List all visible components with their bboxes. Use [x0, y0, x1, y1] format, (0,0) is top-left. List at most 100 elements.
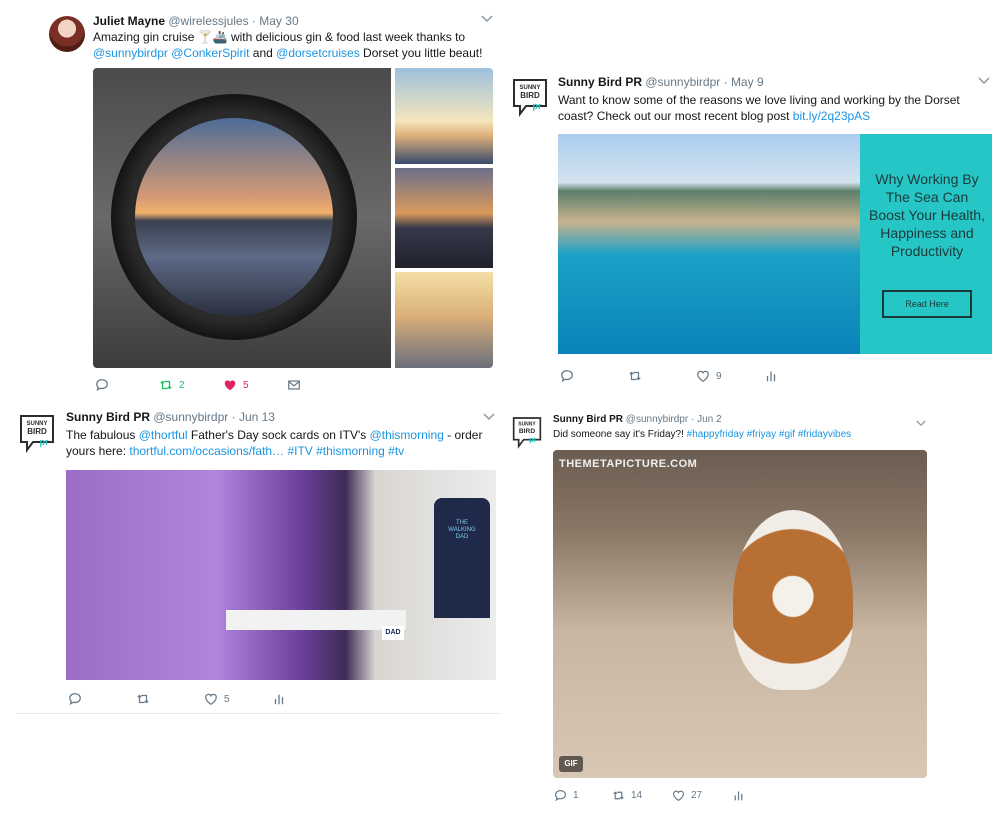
tweet-date[interactable]: Jun 2 — [697, 414, 721, 425]
chevron-down-icon[interactable] — [978, 74, 990, 88]
gif-watermark: THEMETAPICTURE.COM — [559, 458, 698, 470]
svg-text:BIRD: BIRD — [519, 428, 535, 435]
tweet-blog-post[interactable]: SUNNY BIRD pr Sunny Bird PR @sunnybirdpr… — [504, 60, 1008, 400]
tweet-header: Sunny Bird PR @sunnybirdpr · Jun 13 — [66, 410, 275, 424]
analytics-button[interactable] — [272, 692, 292, 706]
author-handle[interactable]: @wirelessjules — [168, 14, 248, 28]
tweet-date[interactable]: May 30 — [259, 14, 298, 28]
photo-selfie-shore[interactable] — [395, 272, 493, 368]
author-name[interactable]: Sunny Bird PR — [553, 414, 623, 425]
sunny-bird-logo[interactable]: SUNNY BIRD pr — [512, 78, 548, 118]
blog-link[interactable]: bit.ly/2q23pAS — [793, 109, 870, 123]
like-button[interactable]: 27 — [672, 789, 732, 802]
author-name[interactable]: Sunny Bird PR — [558, 75, 642, 89]
like-button[interactable]: 5 — [204, 692, 272, 706]
author-handle[interactable]: @sunnybirdpr — [153, 410, 228, 424]
author-name[interactable]: Sunny Bird PR — [66, 410, 150, 424]
sunny-bird-logo[interactable]: SUNNY BIRD pr — [512, 416, 542, 450]
sunny-bird-logo[interactable]: SUNNY BIRD pr — [19, 414, 55, 454]
retweet-icon — [160, 380, 172, 390]
analytics-icon — [766, 371, 776, 382]
mention-link[interactable]: @dorsetcruises — [276, 46, 360, 60]
retweet-button[interactable]: 14 — [612, 789, 672, 802]
message-button[interactable] — [287, 378, 317, 392]
tweet-actions: 9 — [560, 368, 784, 384]
tweet-text: Want to know some of the reasons we love… — [558, 93, 960, 123]
heart-icon — [224, 380, 236, 391]
mention-link[interactable]: @thismorning — [370, 428, 444, 442]
photo-grid[interactable] — [93, 68, 493, 368]
hashtags[interactable]: #ITV #thismorning #tv — [284, 444, 404, 458]
retweet-button[interactable]: 2 — [159, 378, 223, 392]
reply-button[interactable]: 1 — [554, 789, 612, 802]
svg-text:SUNNY: SUNNY — [518, 422, 536, 428]
reply-button[interactable] — [560, 369, 628, 383]
reply-icon — [555, 789, 566, 801]
heart-icon — [673, 790, 684, 801]
chevron-down-icon[interactable] — [483, 410, 495, 424]
tweet-header: Sunny Bird PR @sunnybirdpr · May 9 — [558, 75, 764, 89]
tweet-text: Amazing gin cruise 🍸🚢 with delicious gin… — [93, 30, 483, 60]
tshirt-text: THE WALKING DAD — [448, 520, 476, 540]
retweet-icon — [613, 790, 624, 800]
svg-text:pr: pr — [533, 101, 542, 111]
tweet-date[interactable]: Jun 13 — [239, 410, 275, 424]
svg-text:BIRD: BIRD — [27, 427, 47, 436]
tweet-divider — [16, 713, 502, 714]
reply-icon — [69, 693, 81, 706]
tweet-actions: 5 — [68, 691, 292, 707]
reply-icon — [561, 370, 573, 383]
dad-card: DAD — [382, 626, 404, 640]
hashtags[interactable]: #happyfriday #friyay #gif #fridayvibes — [687, 429, 852, 440]
tv-photo[interactable]: THE WALKING DAD DAD — [66, 470, 496, 680]
photo-sunset-harbour[interactable] — [395, 168, 493, 268]
author-handle[interactable]: @sunnybirdpr — [626, 414, 688, 425]
retweet-icon — [629, 371, 641, 381]
reply-button[interactable] — [95, 378, 159, 392]
reply-button[interactable] — [68, 692, 136, 706]
separator-dot: · — [231, 410, 236, 424]
photo-selfie-sunset[interactable] — [395, 68, 493, 164]
mention-link[interactable]: @sunnybirdpr — [93, 46, 168, 60]
separator-dot: · — [690, 414, 695, 425]
photo-porthole[interactable] — [93, 68, 391, 368]
separator-dot: · — [251, 14, 256, 28]
tshirt-display: THE WALKING DAD — [434, 498, 490, 618]
heart-icon — [697, 370, 709, 382]
chevron-down-icon[interactable] — [481, 12, 493, 26]
tweet-header: Juliet Mayne @wirelessjules · May 30 — [93, 14, 299, 28]
studio-table — [226, 610, 406, 630]
retweet-button[interactable] — [136, 692, 204, 706]
tweet-juliet-mayne[interactable]: Juliet Mayne @wirelessjules · May 30 Ama… — [0, 0, 500, 400]
avatar[interactable] — [49, 16, 85, 52]
tweet-header: Sunny Bird PR @sunnybirdpr · Jun 2 — [553, 414, 722, 425]
analytics-button[interactable] — [764, 369, 784, 383]
tweet-thortful[interactable]: SUNNY BIRD pr Sunny Bird PR @sunnybirdpr… — [0, 400, 504, 720]
mention-link[interactable]: @thortful — [139, 428, 188, 442]
tweet-actions: 1 14 27 — [554, 787, 752, 803]
corgi — [733, 510, 853, 690]
card-panel: Why Working By The Sea Can Boost Your He… — [860, 134, 992, 354]
tweet-text: The fabulous @thortful Father's Day sock… — [66, 428, 483, 458]
retweet-button[interactable] — [628, 369, 696, 383]
author-name[interactable]: Juliet Mayne — [93, 14, 165, 28]
tweet-text: Did someone say it's Friday?! #happyfrid… — [553, 429, 852, 440]
tweet-friday-gif[interactable]: SUNNY BIRD pr Sunny Bird PR @sunnybirdpr… — [504, 400, 1008, 816]
analytics-icon — [734, 790, 743, 800]
thortful-link[interactable]: thortful.com/occasions/fath… — [129, 444, 284, 458]
author-handle[interactable]: @sunnybirdpr — [645, 75, 720, 89]
like-button[interactable]: 9 — [696, 369, 764, 383]
emoji: 🍸🚢 — [197, 30, 228, 44]
envelope-icon — [288, 380, 300, 390]
like-button[interactable]: 5 — [223, 378, 287, 392]
retweet-icon — [137, 694, 149, 704]
mention-link[interactable]: @ConkerSpirit — [171, 46, 249, 60]
corgi-gif[interactable]: THEMETAPICTURE.COM GIF — [553, 450, 927, 778]
studio-scene — [66, 470, 496, 680]
read-here-button[interactable]: Read Here — [882, 290, 972, 318]
blog-card[interactable]: Why Working By The Sea Can Boost Your He… — [558, 134, 992, 354]
card-title: Why Working By The Sea Can Boost Your He… — [869, 171, 985, 259]
tweet-date[interactable]: May 9 — [731, 75, 764, 89]
analytics-button[interactable] — [732, 789, 752, 802]
svg-text:pr: pr — [529, 435, 537, 444]
